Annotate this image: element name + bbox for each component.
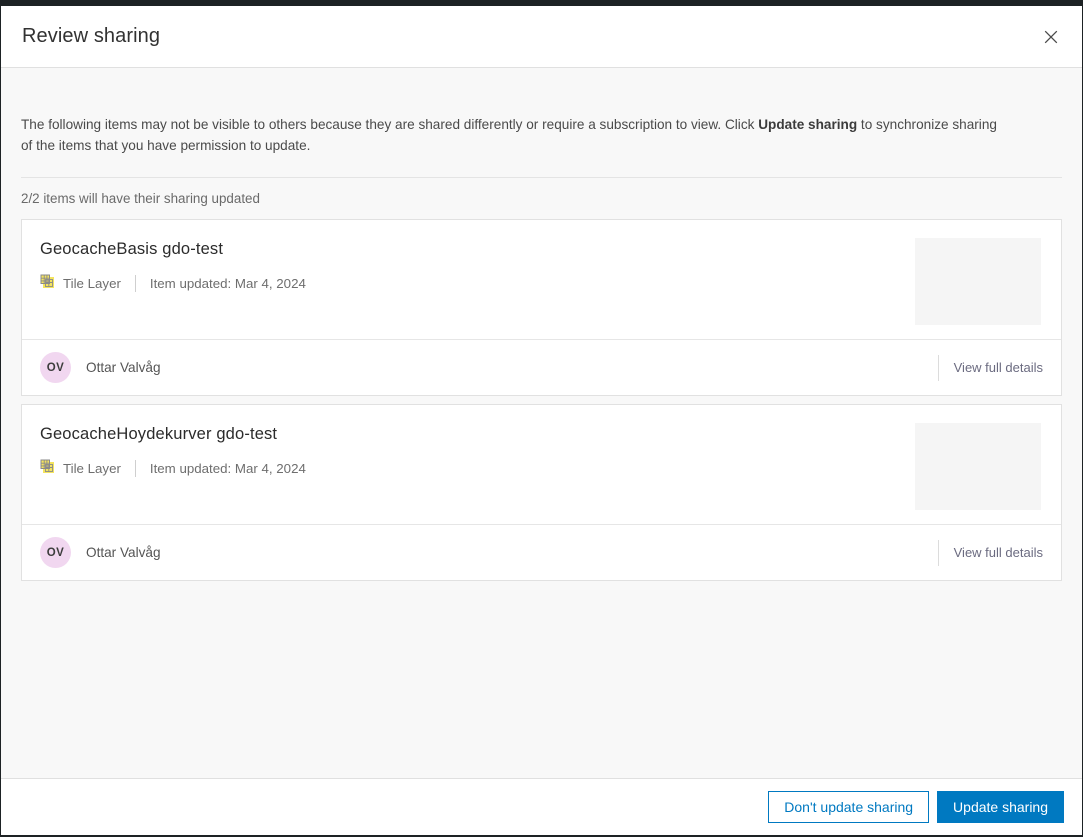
items-list: GeocacheBasis gdo-test Tile Layer Item u… (21, 219, 1062, 581)
owner-actions: View full details (937, 539, 1043, 566)
item-title: GeocacheBasis gdo-test (40, 240, 224, 258)
dialog-body: The following items may not be visible t… (1, 68, 1082, 778)
close-icon[interactable] (1038, 24, 1064, 50)
item-updated-label: Item updated: Mar 4, 2024 (149, 275, 306, 291)
item-info: GeocacheHoydekurver gdo-test Tile Layer … (40, 421, 306, 510)
owner-divider (937, 539, 939, 566)
item-summary: GeocacheHoydekurver gdo-test Tile Layer … (22, 405, 1061, 524)
owner-name: Ottar Valvåg (86, 545, 161, 560)
item-metadata: Tile Layer Item updated: Mar 4, 2024 (40, 459, 306, 477)
avatar: OV (40, 352, 71, 383)
review-sharing-dialog: Review sharing The following items may n… (1, 6, 1082, 835)
item-updated-label: Item updated: Mar 4, 2024 (149, 460, 306, 476)
item-thumbnail (915, 238, 1041, 325)
page-title: Review sharing (22, 25, 161, 47)
tile-layer-icon (40, 459, 55, 477)
owner-actions: View full details (937, 354, 1043, 381)
dialog-footer: Don't update sharing Update sharing (1, 778, 1082, 835)
view-full-details-link[interactable]: View full details (954, 545, 1043, 560)
list-item: GeocacheHoydekurver gdo-test Tile Layer … (21, 404, 1062, 581)
items-count-status: 2/2 items will have their sharing update… (21, 177, 1062, 206)
dialog-description: The following items may not be visible t… (21, 68, 1006, 156)
meta-divider (134, 274, 136, 292)
item-title: GeocacheHoydekurver gdo-test (40, 425, 278, 443)
meta-divider (134, 459, 136, 477)
item-summary: GeocacheBasis gdo-test Tile Layer Item u… (22, 220, 1061, 339)
owner-identity: OV Ottar Valvåg (40, 537, 161, 568)
avatar: OV (40, 537, 71, 568)
app-root: Review sharing The following items may n… (0, 0, 1083, 837)
owner-divider (937, 354, 939, 381)
description-text-part1: The following items may not be visible t… (21, 117, 759, 132)
view-full-details-link[interactable]: View full details (954, 360, 1043, 375)
update-sharing-button[interactable]: Update sharing (937, 791, 1064, 823)
item-type-label: Tile Layer (63, 275, 121, 291)
owner-identity: OV Ottar Valvåg (40, 352, 161, 383)
item-info: GeocacheBasis gdo-test Tile Layer Item u… (40, 236, 306, 325)
dont-update-sharing-button[interactable]: Don't update sharing (768, 791, 930, 823)
owner-name: Ottar Valvåg (86, 360, 161, 375)
item-thumbnail (915, 423, 1041, 510)
item-type-label: Tile Layer (63, 460, 121, 476)
item-owner-row: OV Ottar Valvåg View full details (22, 339, 1061, 395)
dialog-header: Review sharing (1, 6, 1082, 68)
item-metadata: Tile Layer Item updated: Mar 4, 2024 (40, 274, 306, 292)
item-owner-row: OV Ottar Valvåg View full details (22, 524, 1061, 580)
description-bold-phrase: Update sharing (758, 117, 858, 132)
tile-layer-icon (40, 274, 55, 292)
list-item: GeocacheBasis gdo-test Tile Layer Item u… (21, 219, 1062, 396)
